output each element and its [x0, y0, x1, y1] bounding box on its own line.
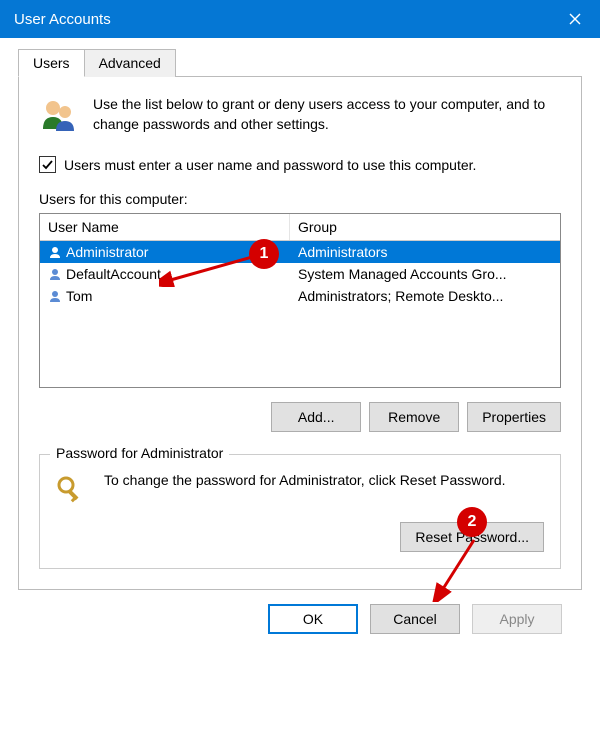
- user-row-defaultaccount[interactable]: DefaultAccount System Managed Accounts G…: [40, 263, 560, 285]
- user-group: System Managed Accounts Gro...: [290, 263, 560, 285]
- user-name: Tom: [66, 288, 92, 304]
- properties-button[interactable]: Properties: [467, 402, 561, 432]
- password-text: To change the password for Administrator…: [104, 471, 544, 491]
- user-row-tom[interactable]: Tom Administrators; Remote Deskto...: [40, 285, 560, 307]
- require-password-checkbox[interactable]: [39, 156, 56, 173]
- tab-users[interactable]: Users: [18, 49, 85, 77]
- check-icon: [41, 158, 54, 171]
- reset-password-button[interactable]: Reset Password...: [400, 522, 544, 552]
- close-icon: [569, 13, 581, 25]
- tab-bar: Users Advanced: [18, 48, 582, 77]
- dialog-buttons: OK Cancel Apply: [18, 590, 582, 650]
- add-button[interactable]: Add...: [271, 402, 361, 432]
- col-header-group[interactable]: Group: [290, 214, 560, 240]
- close-button[interactable]: [550, 0, 600, 38]
- cancel-button[interactable]: Cancel: [370, 604, 460, 634]
- window-title: User Accounts: [14, 11, 550, 28]
- user-icon: [48, 245, 62, 259]
- apply-button: Apply: [472, 604, 562, 634]
- users-list-label: Users for this computer:: [39, 191, 561, 207]
- user-name: Administrator: [66, 244, 148, 260]
- tab-panel-users: Use the list below to grant or deny user…: [18, 77, 582, 590]
- users-icon: [39, 95, 79, 138]
- remove-button[interactable]: Remove: [369, 402, 459, 432]
- user-name: DefaultAccount: [66, 266, 161, 282]
- password-groupbox-legend: Password for Administrator: [50, 445, 229, 461]
- col-header-username[interactable]: User Name: [40, 214, 290, 240]
- titlebar: User Accounts: [0, 0, 600, 38]
- user-row-administrator[interactable]: Administrator Administrators: [40, 241, 560, 263]
- key-icon: [56, 475, 88, 508]
- list-header[interactable]: User Name Group: [40, 214, 560, 241]
- password-groupbox: Password for Administrator To change the…: [39, 454, 561, 569]
- user-icon: [48, 289, 62, 303]
- user-icon: [48, 267, 62, 281]
- user-group: Administrators; Remote Deskto...: [290, 285, 560, 307]
- tab-advanced[interactable]: Advanced: [84, 49, 176, 77]
- users-list[interactable]: User Name Group Administrator Administra…: [39, 213, 561, 388]
- user-group: Administrators: [290, 241, 560, 263]
- intro-text: Use the list below to grant or deny user…: [93, 95, 561, 138]
- require-password-label: Users must enter a user name and passwor…: [64, 157, 476, 173]
- ok-button[interactable]: OK: [268, 604, 358, 634]
